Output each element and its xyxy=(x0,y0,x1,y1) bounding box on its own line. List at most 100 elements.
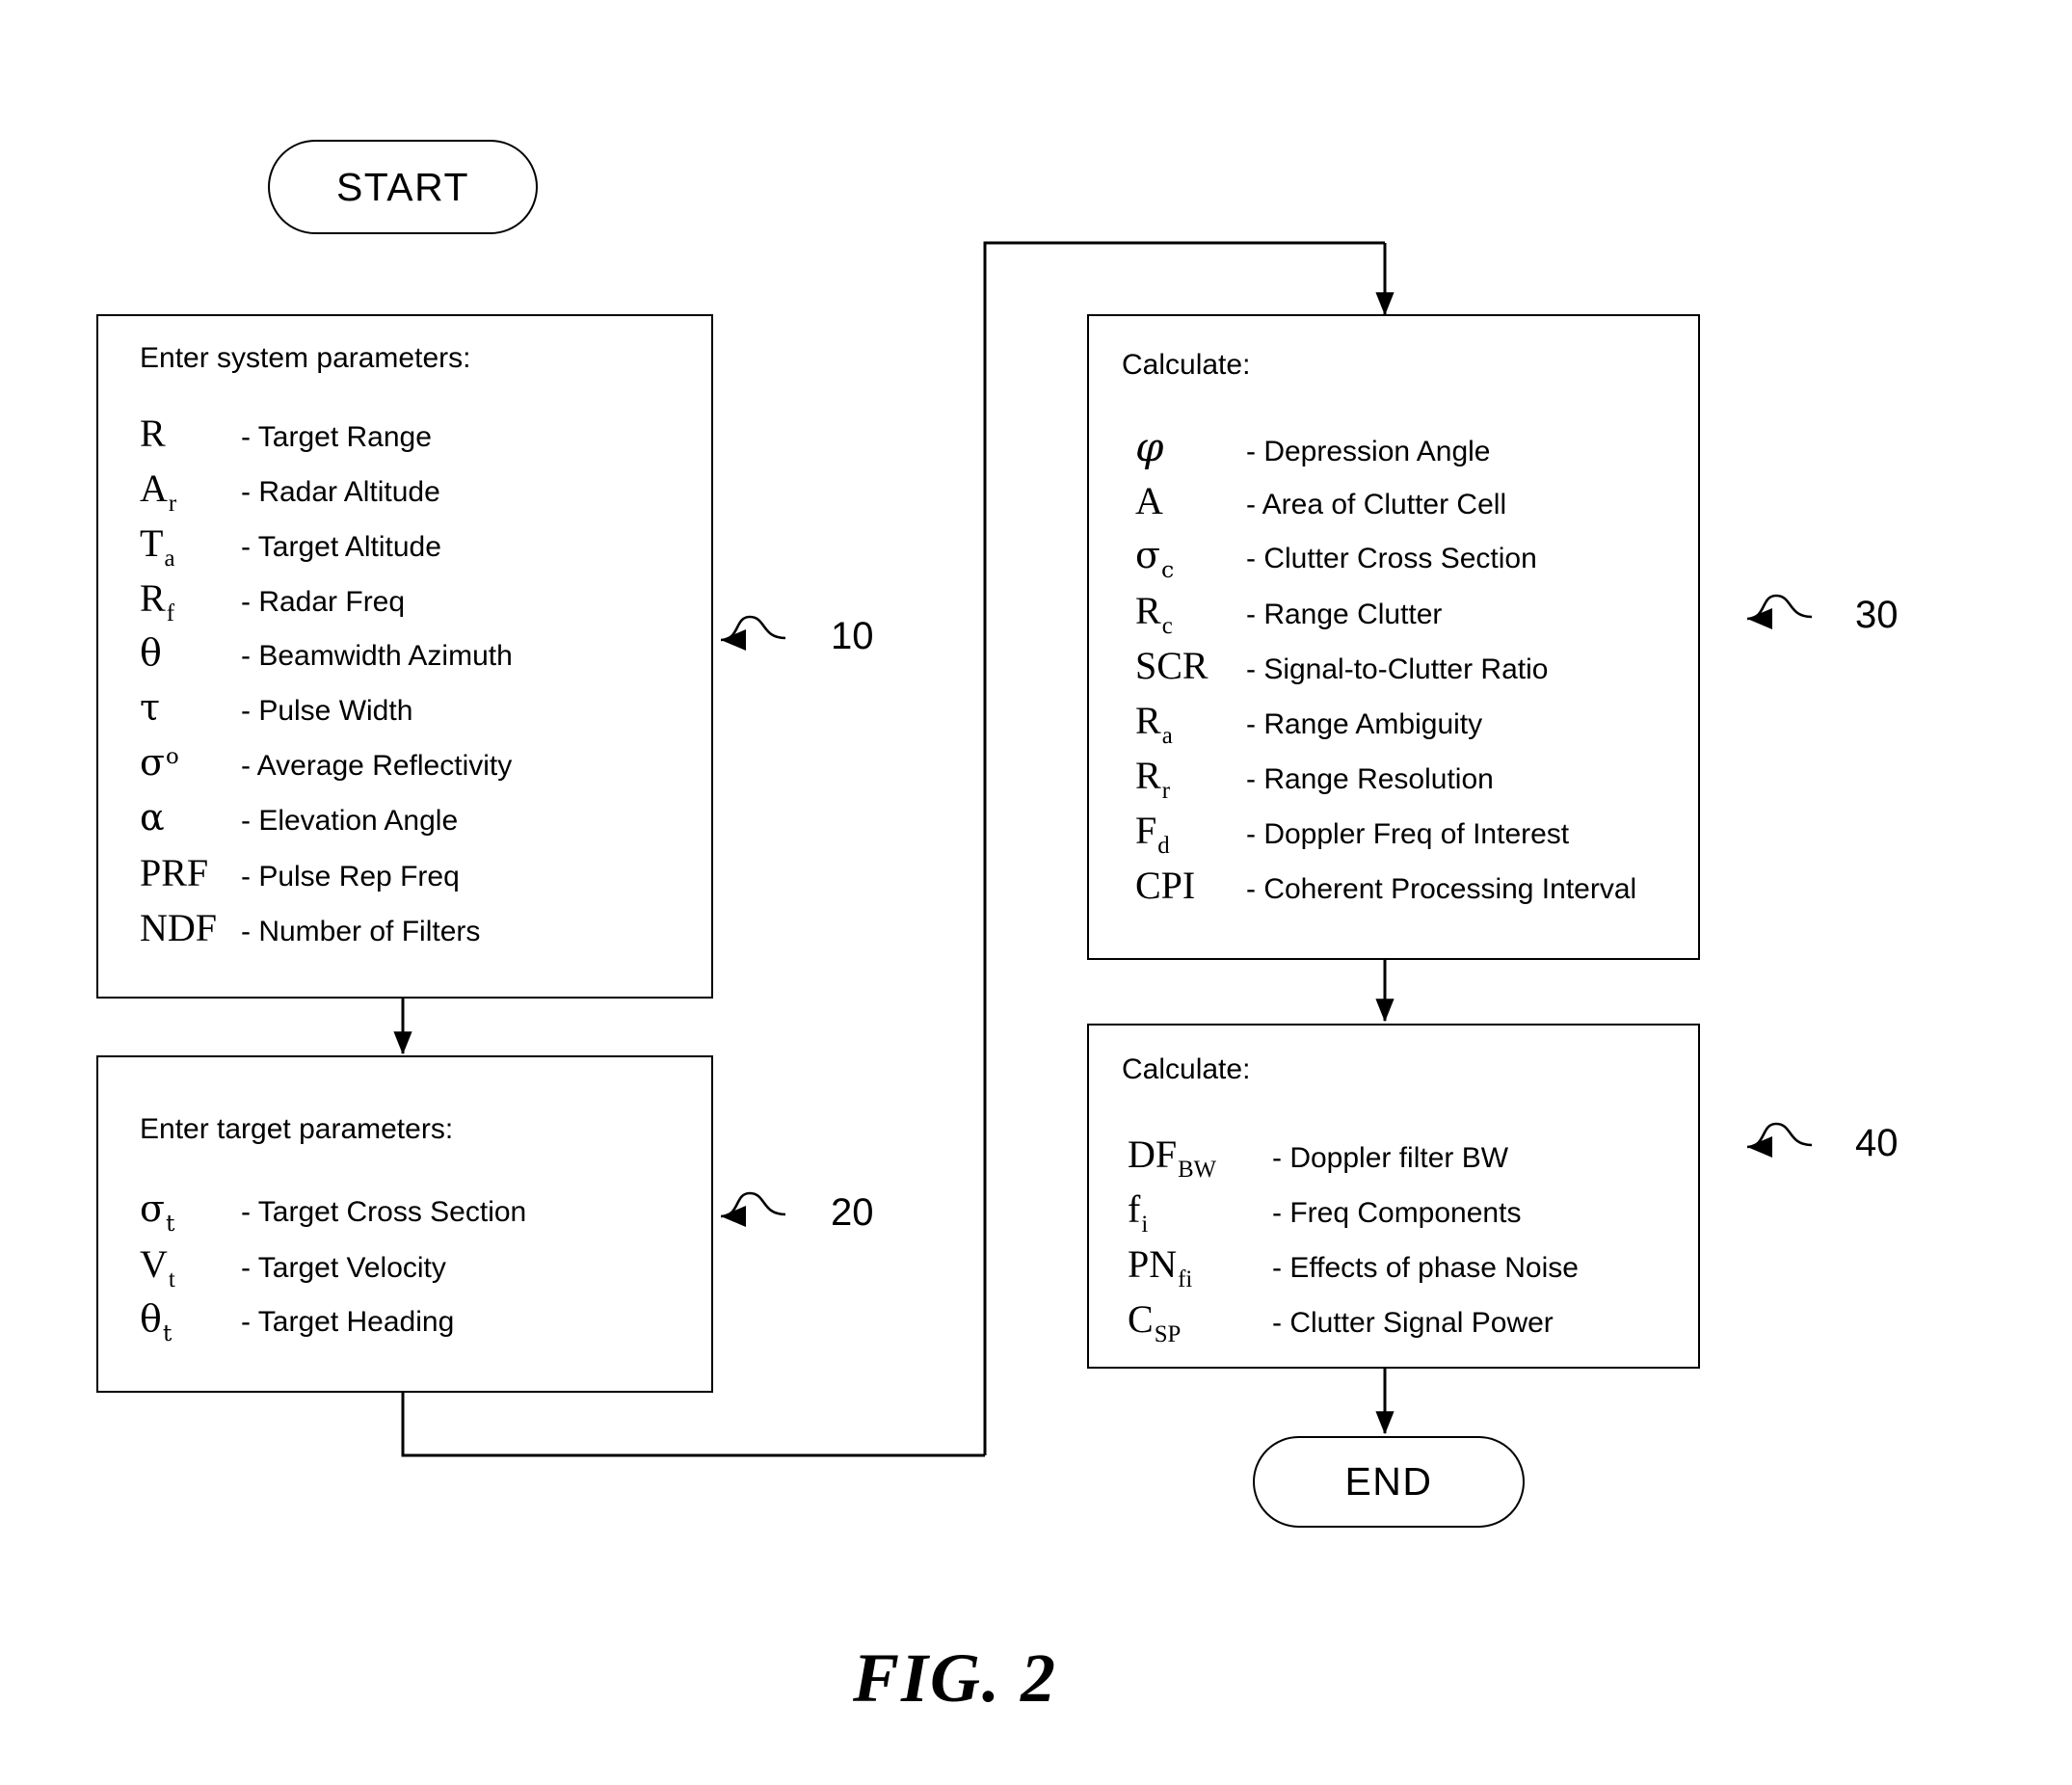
definition-row: α - Elevation Angle xyxy=(140,799,513,854)
leader-arrow-40 xyxy=(1747,1136,1772,1158)
symbol: θ xyxy=(140,631,162,674)
definition-row: PNfi - Effects of phase Noise xyxy=(1128,1245,1579,1300)
symbol: σc xyxy=(1135,534,1175,583)
symbol: Rc xyxy=(1135,589,1173,640)
symbol: Ar xyxy=(140,466,177,518)
definition-row: fi - Freq Components xyxy=(1128,1190,1579,1245)
reference-numeral-10: 10 xyxy=(831,615,874,657)
symbol: α xyxy=(140,796,165,839)
path-box20-to-box30 xyxy=(401,1391,985,1457)
terminator-start: START xyxy=(268,140,538,234)
symbol: σo xyxy=(140,741,179,784)
leader-line-30 xyxy=(1746,594,1813,621)
figure-caption: FIG. 2 xyxy=(853,1639,1058,1717)
symbol: fi xyxy=(1128,1187,1149,1239)
figure-canvas: START Enter system parameters: R - Targe… xyxy=(0,0,2072,1785)
definition-row: Ra - Range Ambiguity xyxy=(1135,702,1636,757)
definition-row: τ - Pulse Width xyxy=(140,689,513,744)
symbol: Rf xyxy=(140,576,174,627)
definition-row: Rf - Radar Freq xyxy=(140,579,513,634)
symbol-description: - Beamwidth Azimuth xyxy=(241,640,513,672)
definition-row: Rc - Range Clutter xyxy=(1135,592,1636,647)
box10-title: Enter system parameters: xyxy=(140,342,471,374)
definition-row: CSP - Clutter Signal Power xyxy=(1128,1300,1579,1355)
symbol-description: - Signal-to-Clutter Ratio xyxy=(1246,653,1549,685)
symbol: φ xyxy=(1135,423,1164,470)
symbol: SCR xyxy=(1135,644,1209,687)
symbol: CSP xyxy=(1128,1297,1182,1348)
leader-arrow-10 xyxy=(721,629,746,651)
box20-definition-list: σt - Target Cross Section Vt - Target Ve… xyxy=(140,1190,526,1355)
leader-line-10 xyxy=(720,615,786,642)
box20-title: Enter target parameters: xyxy=(140,1113,454,1145)
symbol-description: - Average Reflectivity xyxy=(241,750,513,782)
symbol: Ta xyxy=(140,521,175,573)
symbol-description: - Elevation Angle xyxy=(241,805,459,837)
symbol-description: - Pulse Rep Freq xyxy=(241,861,460,892)
definition-row: θt - Target Heading xyxy=(140,1300,526,1355)
terminator-end: END xyxy=(1253,1436,1525,1528)
leader-arrow-20 xyxy=(721,1206,746,1227)
definition-row: Ta - Target Altitude xyxy=(140,524,513,579)
symbol-description: - Area of Clutter Cell xyxy=(1246,489,1507,520)
symbol: σt xyxy=(140,1187,175,1237)
terminator-end-label: END xyxy=(1344,1459,1433,1504)
symbol: A xyxy=(1135,479,1163,522)
terminator-start-label: START xyxy=(335,164,470,209)
definition-row: NDF - Number of Filters xyxy=(140,909,513,964)
symbol: PRF xyxy=(140,851,209,894)
box40-title: Calculate: xyxy=(1122,1053,1251,1085)
symbol: θt xyxy=(140,1297,173,1346)
symbol-description: - Doppler filter BW xyxy=(1272,1142,1509,1174)
leader-arrow-30 xyxy=(1747,608,1772,629)
box30-title: Calculate: xyxy=(1122,349,1251,381)
symbol-description: - Number of Filters xyxy=(241,916,481,947)
symbol: Rr xyxy=(1135,754,1170,805)
symbol-description: - Range Clutter xyxy=(1246,599,1443,630)
symbol-description: - Target Cross Section xyxy=(241,1196,527,1228)
symbol-description: - Target Velocity xyxy=(241,1252,446,1284)
definition-row: SCR - Signal-to-Clutter Ratio xyxy=(1135,647,1636,702)
definition-row: Ar - Radar Altitude xyxy=(140,469,513,524)
definition-row: σt - Target Cross Section xyxy=(140,1190,526,1245)
symbol-description: - Range Resolution xyxy=(1246,763,1494,795)
symbol-description: - Clutter Cross Section xyxy=(1246,543,1537,574)
definition-row: σc - Clutter Cross Section xyxy=(1135,537,1636,592)
symbol-description: - Freq Components xyxy=(1272,1197,1522,1229)
symbol-description: - Pulse Width xyxy=(241,695,413,727)
symbol-description: - Target Altitude xyxy=(241,531,441,563)
symbol-description: - Radar Altitude xyxy=(241,476,440,508)
reference-numeral-40: 40 xyxy=(1855,1122,1899,1164)
definition-row: θ - Beamwidth Azimuth xyxy=(140,634,513,689)
symbol: R xyxy=(140,412,166,455)
definition-row: PRF - Pulse Rep Freq xyxy=(140,854,513,909)
box40-definition-list: DFBW - Doppler filter BW fi - Freq Compo… xyxy=(1128,1135,1579,1355)
leader-line-20 xyxy=(720,1191,786,1218)
symbol: Vt xyxy=(140,1242,175,1293)
box10-definition-list: R - Target Range Ar - Radar Altitude Ta … xyxy=(140,414,513,964)
reference-numeral-30: 30 xyxy=(1855,594,1899,636)
symbol: Fd xyxy=(1135,809,1170,860)
symbol-description: - Clutter Signal Power xyxy=(1272,1307,1554,1339)
symbol: Ra xyxy=(1135,699,1173,750)
definition-row: R - Target Range xyxy=(140,414,513,469)
definition-row: σo - Average Reflectivity xyxy=(140,744,513,799)
symbol: NDF xyxy=(140,906,218,949)
symbol-description: - Depression Angle xyxy=(1246,436,1491,467)
definition-row: Vt - Target Velocity xyxy=(140,1245,526,1300)
symbol-description: - Radar Freq xyxy=(241,586,406,618)
reference-numeral-20: 20 xyxy=(831,1191,874,1234)
definition-row: Rr - Range Resolution xyxy=(1135,757,1636,812)
definition-row: Fd - Doppler Freq of Interest xyxy=(1135,812,1636,866)
symbol-description: - Coherent Processing Interval xyxy=(1246,873,1637,905)
symbol: DFBW xyxy=(1128,1132,1217,1184)
symbol-description: - Target Heading xyxy=(241,1306,455,1338)
symbol-description: - Doppler Freq of Interest xyxy=(1246,818,1570,850)
box30-definition-list: φ - Depression Angle A - Area of Clutter… xyxy=(1135,427,1636,921)
definition-row: DFBW - Doppler filter BW xyxy=(1128,1135,1579,1190)
symbol-description: - Effects of phase Noise xyxy=(1272,1252,1579,1284)
symbol: τ xyxy=(140,686,161,729)
symbol-description: - Range Ambiguity xyxy=(1246,708,1483,740)
symbol: PNfi xyxy=(1128,1242,1193,1293)
definition-row: φ - Depression Angle xyxy=(1135,427,1636,482)
